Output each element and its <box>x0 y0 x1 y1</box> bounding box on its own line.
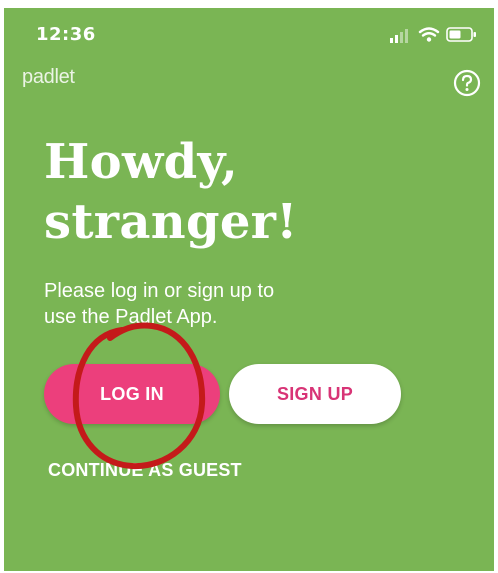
battery-icon <box>446 27 476 42</box>
headline-line-2: stranger! <box>44 194 298 250</box>
headline-line-1: Howdy, <box>44 134 239 190</box>
padlet-logo: padlet <box>22 66 75 88</box>
status-icons <box>390 26 480 44</box>
subtitle: Please log in or sign up to use the Padl… <box>44 278 344 330</box>
question-circle-icon <box>453 69 481 97</box>
app-header: padlet <box>4 60 494 100</box>
status-time: 12:36 <box>36 24 96 45</box>
help-button[interactable] <box>452 68 482 98</box>
top-border <box>0 0 498 8</box>
signup-button[interactable]: SIGN UP <box>229 364 401 424</box>
status-bar: 12:36 <box>4 8 494 56</box>
wifi-icon <box>418 27 440 42</box>
app-screen: 12:36 padlet Howdy, stranger! Please log… <box>4 8 494 571</box>
subtitle-line-1: Please log in or sign up to <box>44 280 275 302</box>
page-title: Howdy, stranger! <box>44 132 464 252</box>
cellular-signal-icon <box>390 29 408 43</box>
subtitle-line-2: use the Padlet App. <box>44 306 218 328</box>
login-button[interactable]: LOG IN <box>44 364 220 424</box>
continue-as-guest-link[interactable]: CONTINUE AS GUEST <box>48 460 242 481</box>
